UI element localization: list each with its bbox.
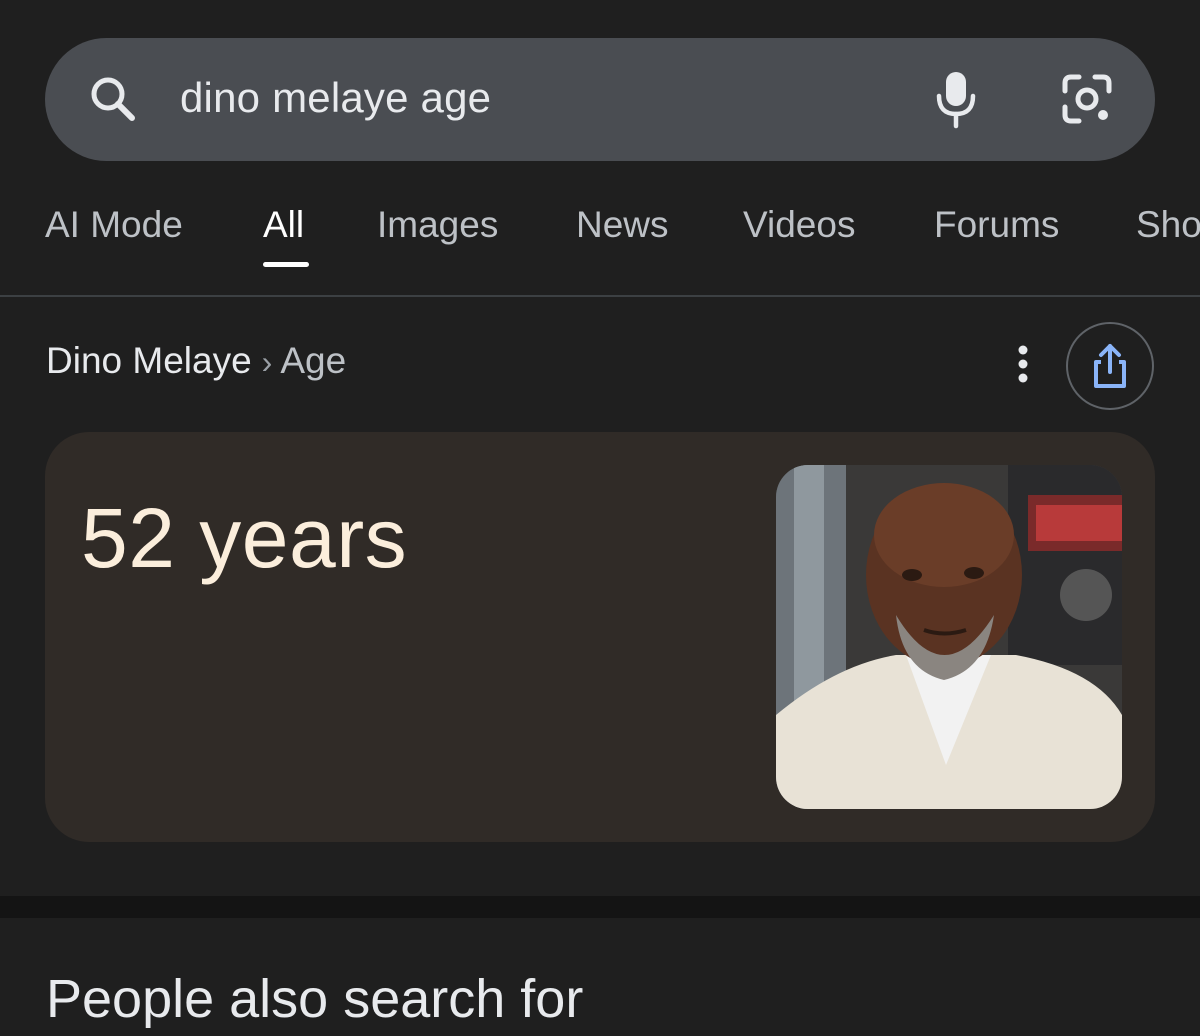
- person-photo[interactable]: [776, 465, 1122, 809]
- tabs-divider: [0, 295, 1200, 297]
- search-results-page: dino melaye age AI Mode All Images News …: [0, 0, 1200, 1036]
- breadcrumb-separator: ›: [261, 344, 273, 380]
- active-tab-indicator: [263, 262, 309, 267]
- share-icon: [1094, 344, 1126, 388]
- share-button[interactable]: [1066, 322, 1154, 410]
- breadcrumb-entity[interactable]: Dino Melaye: [46, 340, 252, 381]
- breadcrumb: Dino Melaye › Age: [46, 340, 346, 382]
- answer-card: 52 years: [45, 432, 1155, 842]
- person-photo-illustration: [776, 465, 1122, 809]
- tab-all[interactable]: All: [263, 204, 304, 246]
- answer-value: 52 years: [81, 491, 408, 585]
- tab-videos[interactable]: Videos: [743, 204, 855, 246]
- section-divider: [0, 896, 1200, 918]
- mic-icon[interactable]: [933, 68, 979, 130]
- search-query-input[interactable]: dino melaye age: [180, 74, 491, 122]
- tab-shopping[interactable]: Sho: [1136, 204, 1200, 246]
- tab-ai-mode[interactable]: AI Mode: [45, 204, 183, 246]
- tab-images[interactable]: Images: [377, 204, 498, 246]
- tab-news[interactable]: News: [576, 204, 669, 246]
- more-options-icon[interactable]: [1008, 342, 1038, 386]
- search-bar[interactable]: dino melaye age: [45, 38, 1155, 161]
- tab-forums[interactable]: Forums: [934, 204, 1059, 246]
- camera-lens-icon[interactable]: [1059, 71, 1115, 127]
- people-also-search-heading: People also search for: [46, 969, 584, 1029]
- breadcrumb-attribute: Age: [280, 340, 347, 381]
- search-tabs: AI Mode All Images News Videos Forums Sh…: [0, 196, 1200, 296]
- search-icon[interactable]: [85, 71, 141, 127]
